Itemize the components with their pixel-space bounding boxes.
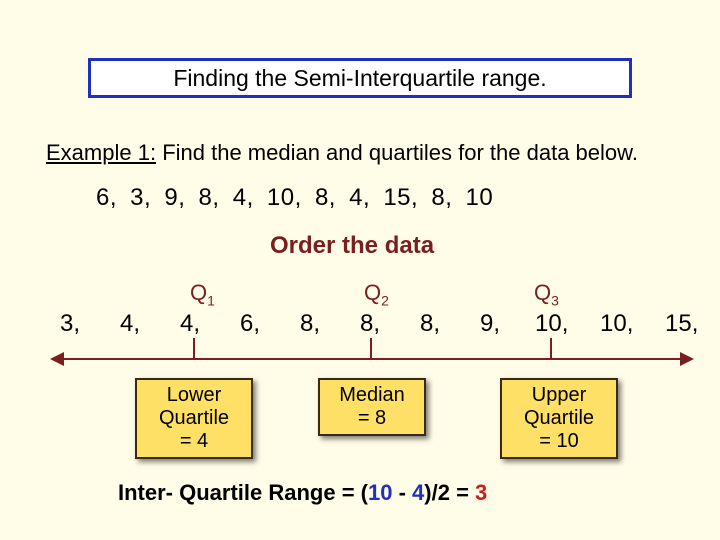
iqr-result: 3 <box>475 480 487 505</box>
q1-label: Q1 <box>190 280 215 308</box>
example-text-body: Find the median and quartiles for the da… <box>162 140 638 165</box>
ordered-data-row: 3, 4, 4, 6, 8, 8, 8, 9, 10, 10, 15, <box>60 310 700 350</box>
ordered-num: 15, <box>665 310 698 338</box>
iqr-post: )/2 = <box>424 480 475 505</box>
box-line: Lower <box>139 384 249 407</box>
q3-sub: 3 <box>551 292 559 308</box>
iqr-mid: - <box>392 480 412 505</box>
ordered-num: 10, <box>600 310 633 338</box>
ordered-num: 3, <box>60 310 80 338</box>
iqr-upper: 10 <box>368 480 392 505</box>
q3-label: Q3 <box>534 280 559 308</box>
ordered-num: 4, <box>180 310 200 338</box>
box-line: = 8 <box>322 407 422 430</box>
median-box: Median = 8 <box>318 378 426 436</box>
box-line: Quartile <box>504 407 614 430</box>
example-label: Example 1: <box>46 140 156 165</box>
q3-letter: Q <box>534 280 551 305</box>
order-instruction: Order the data <box>270 232 434 260</box>
ordered-num: 8, <box>360 310 380 338</box>
title-box: Finding the Semi-Interquartile range. <box>88 58 632 98</box>
box-line: Median <box>322 384 422 407</box>
number-line <box>62 358 682 360</box>
ordered-num: 8, <box>300 310 320 338</box>
ordered-num: 8, <box>420 310 440 338</box>
arrow-left-icon <box>50 352 64 366</box>
lower-quartile-box: Lower Quartile = 4 <box>135 378 253 459</box>
q2-sub: 2 <box>381 292 389 308</box>
arrow-right-icon <box>680 352 694 366</box>
example-line: Example 1: Find the median and quartiles… <box>46 140 638 166</box>
box-line: Upper <box>504 384 614 407</box>
box-line: Quartile <box>139 407 249 430</box>
title-text: Finding the Semi-Interquartile range. <box>173 65 546 92</box>
ordered-num: 4, <box>120 310 140 338</box>
box-line: = 4 <box>139 430 249 453</box>
q3-tick <box>550 338 552 358</box>
q1-tick <box>193 338 195 358</box>
box-line: = 10 <box>504 430 614 453</box>
unordered-data: 6, 3, 9, 8, 4, 10, 8, 4, 15, 8, 10 <box>96 184 493 212</box>
q2-label: Q2 <box>364 280 389 308</box>
q1-letter: Q <box>190 280 207 305</box>
ordered-num: 10, <box>535 310 568 338</box>
ordered-num: 9, <box>480 310 500 338</box>
q1-sub: 1 <box>207 292 215 308</box>
iqr-result-line: Inter- Quartile Range = (10 - 4)/2 = 3 <box>118 480 487 506</box>
upper-quartile-box: Upper Quartile = 10 <box>500 378 618 459</box>
q2-tick <box>370 338 372 358</box>
iqr-pre: Inter- Quartile Range = ( <box>118 480 368 505</box>
ordered-num: 6, <box>240 310 260 338</box>
iqr-lower: 4 <box>412 480 424 505</box>
q2-letter: Q <box>364 280 381 305</box>
